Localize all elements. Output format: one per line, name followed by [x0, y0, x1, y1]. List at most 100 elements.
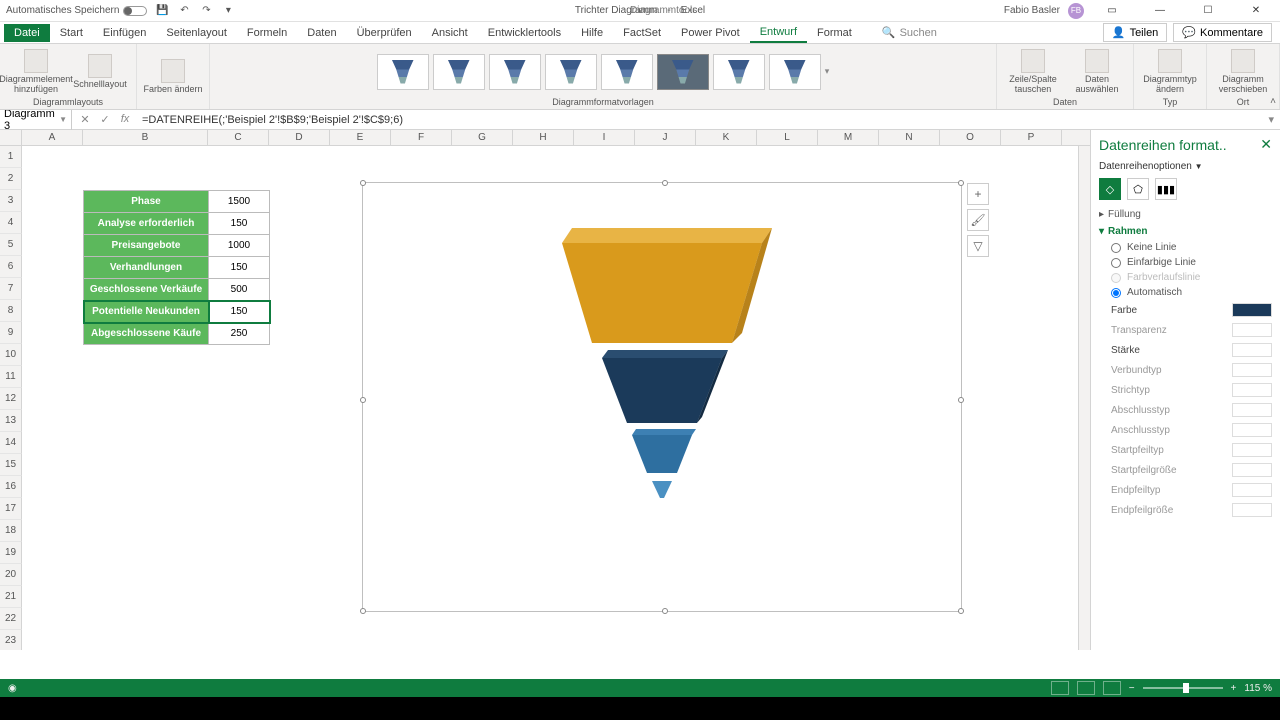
row-join[interactable]: Anschlusstyp	[1099, 420, 1272, 440]
opt-solid-line[interactable]: Einfarbige Linie	[1099, 255, 1272, 270]
worksheet[interactable]: A B C D E F G H I J K L M N O P 12345678…	[0, 130, 1090, 650]
undo-icon[interactable]: ↶	[177, 4, 191, 18]
row-11[interactable]: 11	[0, 366, 22, 388]
col-F[interactable]: F	[391, 130, 452, 145]
view-pagelayout-icon[interactable]	[1077, 681, 1095, 695]
row-4[interactable]: 4	[0, 212, 22, 234]
col-C[interactable]: C	[208, 130, 269, 145]
name-box[interactable]: Diagramm 3▼	[0, 108, 72, 132]
collapse-ribbon-icon[interactable]: ˄	[1270, 96, 1276, 107]
row-17[interactable]: 17	[0, 498, 22, 520]
border-section-header[interactable]: ▾ Rahmen	[1099, 223, 1272, 240]
expand-formula-icon[interactable]: ▾	[1262, 113, 1280, 126]
toggle-icon[interactable]	[123, 6, 147, 16]
tab-formulas[interactable]: Formeln	[237, 24, 297, 42]
switch-row-col-button[interactable]: Zeile/Spalte tauschen	[1003, 49, 1063, 95]
tab-powerpivot[interactable]: Power Pivot	[671, 24, 750, 42]
change-colors-button[interactable]: Farben ändern	[143, 59, 203, 95]
chart-style-7[interactable]	[713, 54, 765, 90]
col-B[interactable]: B	[83, 130, 208, 145]
view-normal-icon[interactable]	[1051, 681, 1069, 695]
col-H[interactable]: H	[513, 130, 574, 145]
save-icon[interactable]: 💾	[155, 4, 169, 18]
record-macro-icon[interactable]: ◉	[8, 683, 17, 694]
move-chart-button[interactable]: Diagramm verschieben	[1213, 49, 1273, 95]
col-L[interactable]: L	[757, 130, 818, 145]
tab-pagelayout[interactable]: Seitenlayout	[156, 24, 237, 42]
row-6[interactable]: 6	[0, 256, 22, 278]
row-19[interactable]: 19	[0, 542, 22, 564]
col-M[interactable]: M	[818, 130, 879, 145]
ribbon-display-icon[interactable]: ▭	[1092, 0, 1132, 22]
cancel-formula-icon[interactable]: ✕	[78, 113, 92, 126]
enter-formula-icon[interactable]: ✓	[98, 113, 112, 126]
row-width[interactable]: Stärke	[1099, 340, 1272, 360]
close-icon[interactable]: ✕	[1236, 0, 1276, 22]
zoom-in-icon[interactable]: +	[1231, 683, 1237, 694]
select-all-corner[interactable]	[0, 130, 22, 145]
chart-style-5[interactable]	[601, 54, 653, 90]
qat-dropdown-icon[interactable]: ▾	[221, 4, 235, 18]
row-3[interactable]: 3	[0, 190, 22, 212]
row-1[interactable]: 1	[0, 146, 22, 168]
col-A[interactable]: A	[22, 130, 83, 145]
pane-subtitle[interactable]: Datenreihenoptionen	[1099, 161, 1192, 172]
fill-line-tab-icon[interactable]: ◇	[1099, 178, 1121, 200]
col-G[interactable]: G	[452, 130, 513, 145]
row-dash[interactable]: Strichtyp	[1099, 380, 1272, 400]
zoom-slider[interactable]	[1143, 687, 1223, 689]
chart-style-2[interactable]	[433, 54, 485, 90]
chart-style-1[interactable]	[377, 54, 429, 90]
tab-factset[interactable]: FactSet	[613, 24, 671, 42]
zoom-level[interactable]: 115 %	[1244, 683, 1272, 694]
tab-data[interactable]: Daten	[297, 24, 346, 42]
tab-start[interactable]: Start	[50, 24, 93, 42]
tab-insert[interactable]: Einfügen	[93, 24, 156, 42]
col-D[interactable]: D	[269, 130, 330, 145]
col-K[interactable]: K	[696, 130, 757, 145]
chart-style-3[interactable]	[489, 54, 541, 90]
row-2[interactable]: 2	[0, 168, 22, 190]
row-10[interactable]: 10	[0, 344, 22, 366]
funnel-chart[interactable]	[532, 213, 792, 513]
tab-devtools[interactable]: Entwicklertools	[478, 24, 571, 42]
col-P[interactable]: P	[1001, 130, 1062, 145]
styles-more-icon[interactable]: ▾	[825, 66, 830, 77]
chart-elements-button[interactable]: +	[967, 183, 989, 205]
row-13[interactable]: 13	[0, 410, 22, 432]
col-E[interactable]: E	[330, 130, 391, 145]
row-8[interactable]: 8	[0, 300, 22, 322]
tab-review[interactable]: Überprüfen	[347, 24, 422, 42]
row-18[interactable]: 18	[0, 520, 22, 542]
chevron-down-icon[interactable]: ▼	[59, 115, 67, 124]
avatar[interactable]: FB	[1068, 3, 1084, 19]
col-N[interactable]: N	[879, 130, 940, 145]
comments-button[interactable]: 💬Kommentare	[1173, 23, 1272, 42]
tab-help[interactable]: Hilfe	[571, 24, 613, 42]
chart-filter-button[interactable]: ▽	[967, 235, 989, 257]
row-23[interactable]: 23	[0, 630, 22, 650]
maximize-icon[interactable]: ☐	[1188, 0, 1228, 22]
row-21[interactable]: 21	[0, 586, 22, 608]
row-7[interactable]: 7	[0, 278, 22, 300]
chart-style-6[interactable]	[657, 54, 709, 90]
col-J[interactable]: J	[635, 130, 696, 145]
pane-close-icon[interactable]: ✕	[1260, 136, 1272, 153]
chevron-down-icon[interactable]: ▼	[1195, 162, 1203, 171]
search-box[interactable]: 🔍 Suchen	[882, 26, 937, 39]
fill-section-header[interactable]: ▸ Füllung	[1099, 206, 1272, 223]
row-22[interactable]: 22	[0, 608, 22, 630]
row-20[interactable]: 20	[0, 564, 22, 586]
tab-design[interactable]: Entwurf	[750, 23, 807, 43]
share-button[interactable]: 👤Teilen	[1103, 23, 1167, 42]
tab-view[interactable]: Ansicht	[422, 24, 478, 42]
chart-style-8[interactable]	[769, 54, 821, 90]
row-color[interactable]: Farbe	[1099, 300, 1272, 320]
add-chart-element-button[interactable]: Diagrammelement hinzufügen	[6, 49, 66, 95]
autosave-toggle[interactable]: Automatisches Speichern	[6, 5, 147, 16]
series-options-tab-icon[interactable]: ▮▮▮	[1155, 178, 1177, 200]
row-5[interactable]: 5	[0, 234, 22, 256]
tab-file[interactable]: Datei	[4, 24, 50, 42]
change-chart-type-button[interactable]: Diagrammtyp ändern	[1140, 49, 1200, 95]
row-compound[interactable]: Verbundtyp	[1099, 360, 1272, 380]
